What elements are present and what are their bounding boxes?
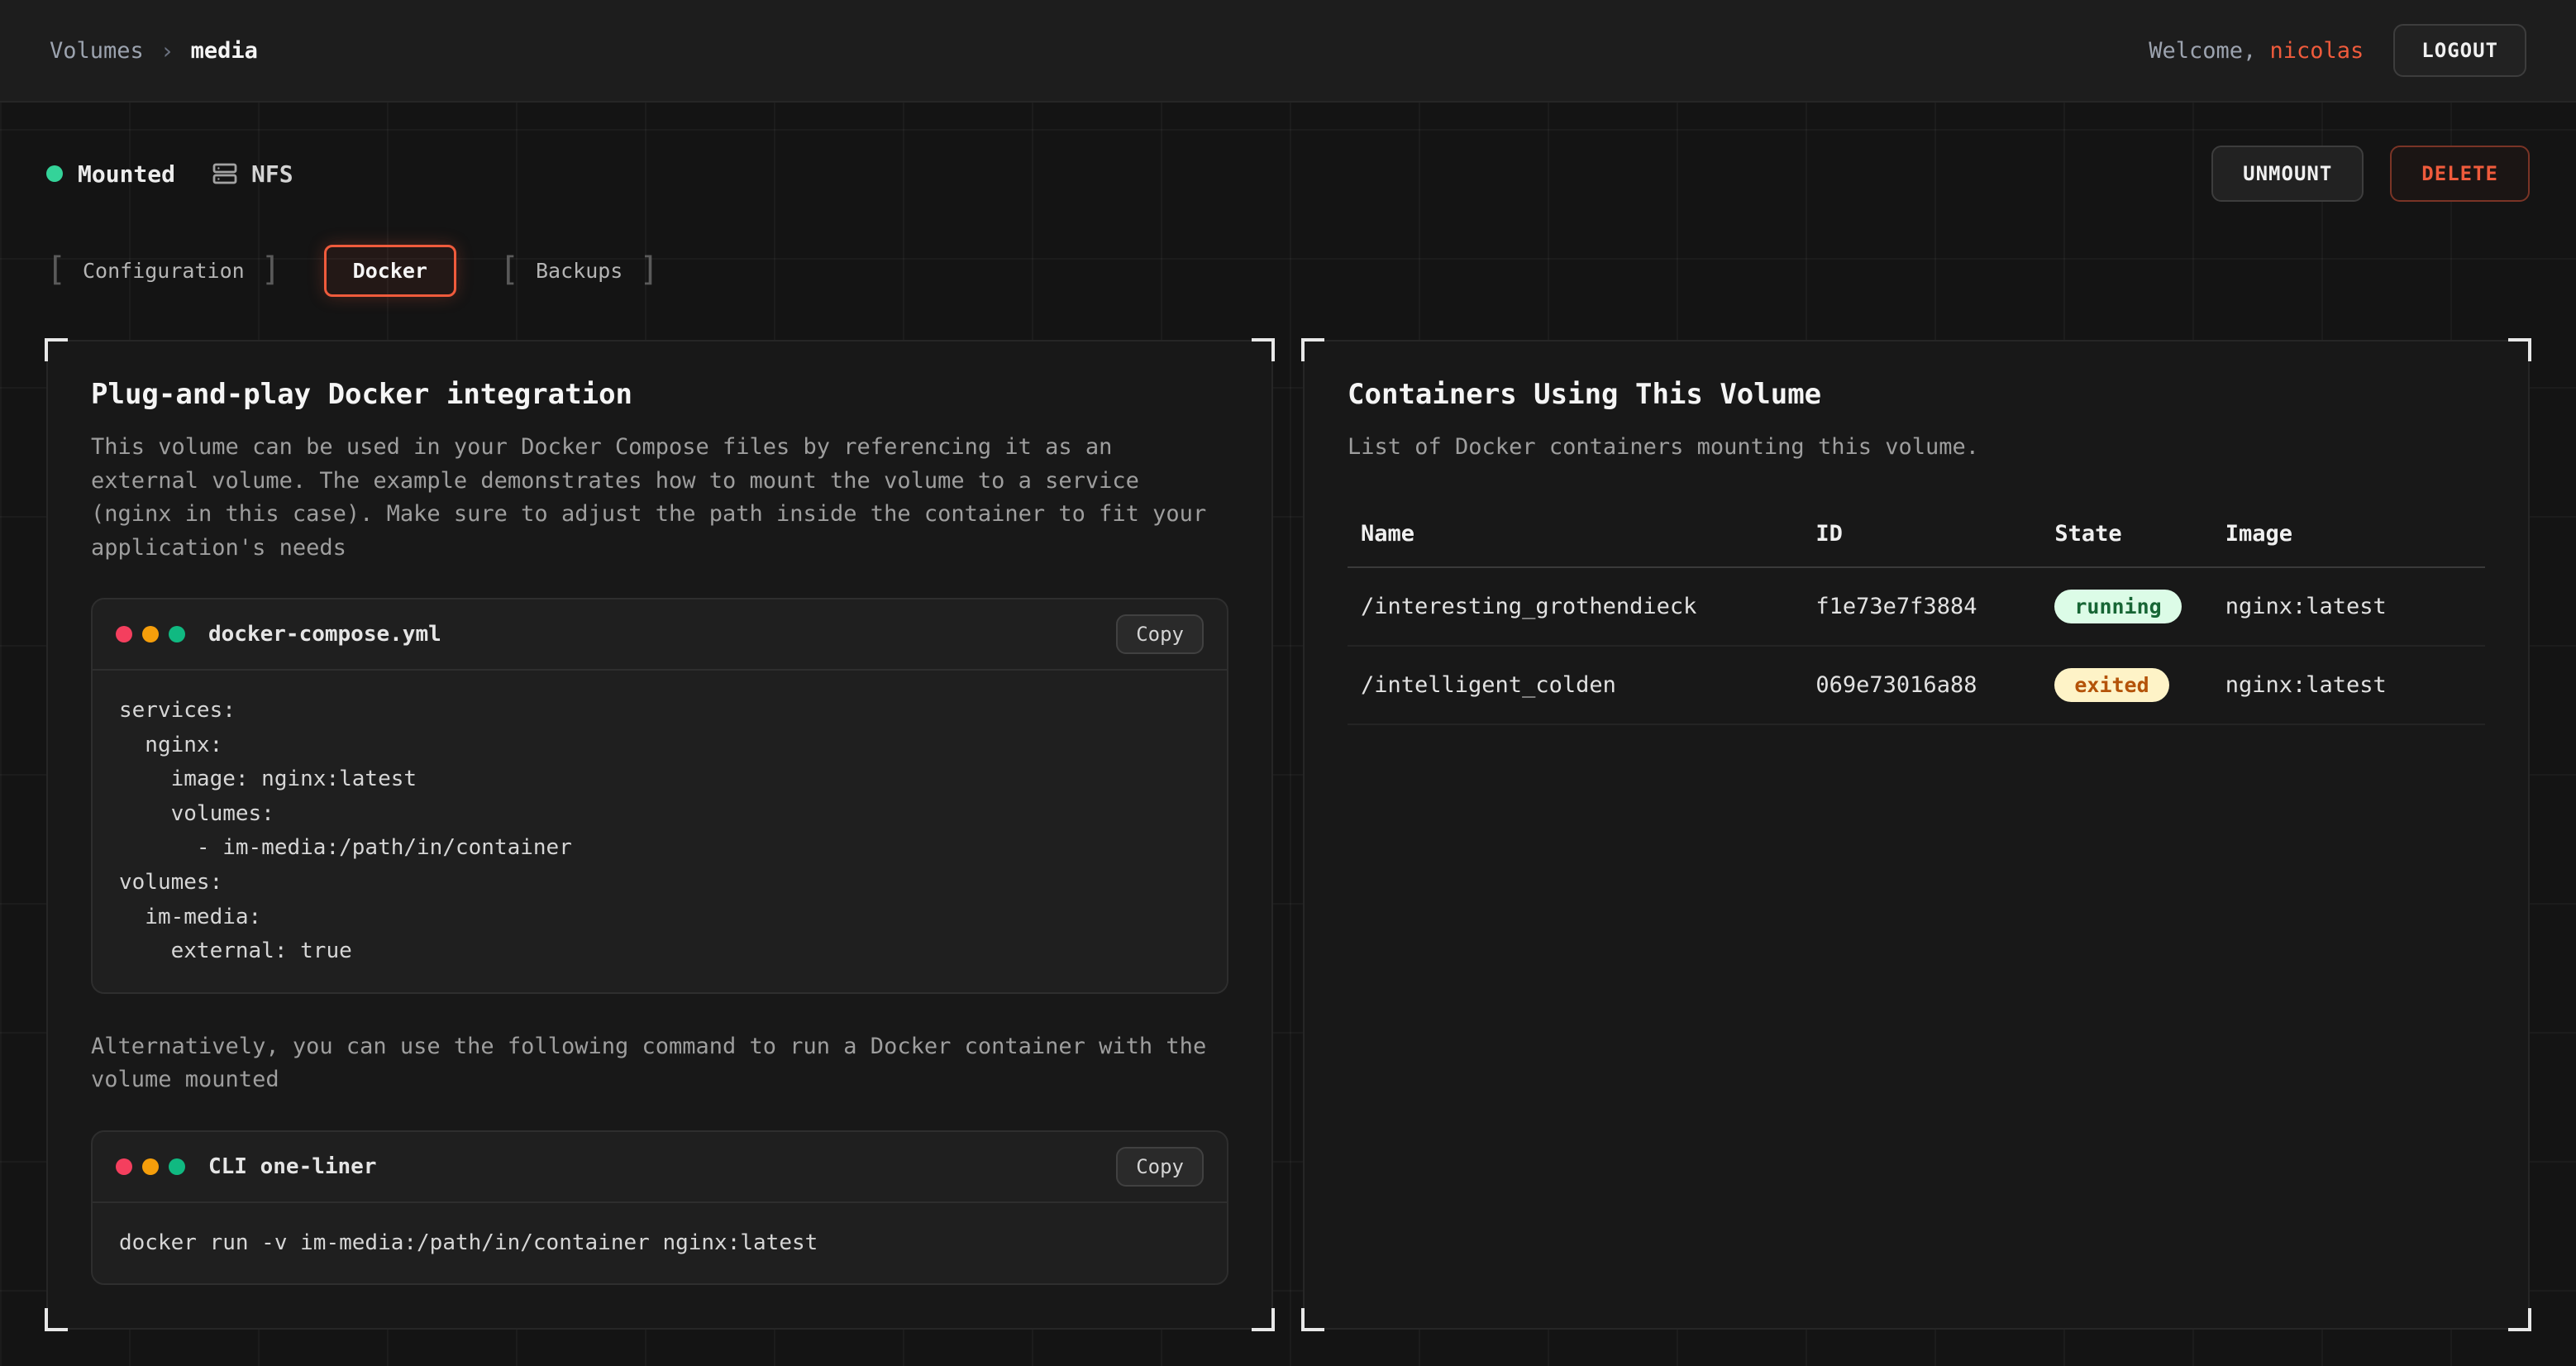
compose-code-header: docker-compose.yml Copy [93,599,1227,671]
logout-button[interactable]: LOGOUT [2393,24,2526,77]
window-dot-amber-icon [142,1158,159,1175]
corner-bracket [1301,338,1324,361]
status-row: Mounted NFS UNMOUNT DELETE [46,146,2530,202]
container-id: 069e73016a88 [1802,646,2041,724]
copy-compose-button[interactable]: Copy [1116,614,1204,654]
docker-panel-description: This volume can be used in your Docker C… [91,431,1228,565]
cli-code-body: docker run -v im-media:/path/in/containe… [93,1203,1227,1284]
mounted-status-dot [46,165,63,182]
status-badge-running: running [2054,590,2181,623]
tab-backups[interactable]: Backups [499,246,659,296]
corner-bracket [2508,338,2531,361]
container-image: nginx:latest [2212,567,2485,646]
mount-status: Mounted [46,160,175,188]
containers-table: Name ID State Image /interesting_grothen… [1348,504,2485,725]
table-header-row: Name ID State Image [1348,504,2485,567]
window-dot-green-icon [169,1158,185,1175]
welcome-text: Welcome, nicolas [2149,38,2364,64]
delete-button[interactable]: DELETE [2390,146,2530,202]
corner-bracket [45,338,68,361]
volume-detail-page: Volumes › media Welcome, nicolas LOGOUT … [0,0,2576,1366]
corner-bracket [2508,1308,2531,1331]
breadcrumb-current-volume: media [191,38,258,64]
filesystem-type: NFS [212,160,293,188]
containers-panel-title: Containers Using This Volume [1348,378,2485,411]
status-left: Mounted NFS [46,160,293,188]
compose-code: services: nginx: image: nginx:latest vol… [119,694,1200,969]
top-bar: Volumes › media Welcome, nicolas LOGOUT [0,0,2576,103]
window-dots [116,626,185,642]
welcome-prefix: Welcome, [2149,38,2256,64]
cli-code: docker run -v im-media:/path/in/containe… [119,1226,1200,1261]
column-header-state: State [2041,504,2211,567]
window-dot-green-icon [169,626,185,642]
cli-title: CLI one-liner [208,1154,377,1179]
container-state-cell: running [2041,567,2211,646]
mount-status-label: Mounted [78,160,175,188]
compose-code-body: services: nginx: image: nginx:latest vol… [93,671,1227,992]
chevron-right-icon: › [160,37,174,64]
breadcrumb: Volumes › media [50,37,258,64]
container-name: /intelligent_colden [1348,646,1802,724]
containers-panel-subtitle: List of Docker containers mounting this … [1348,431,2485,465]
column-header-image: Image [2212,504,2485,567]
corner-bracket [1252,338,1275,361]
corner-bracket [1301,1308,1324,1331]
status-badge-exited: exited [2054,668,2168,702]
top-bar-right: Welcome, nicolas LOGOUT [2149,24,2526,77]
window-dot-red-icon [116,1158,132,1175]
tab-configuration[interactable]: Configuration [46,246,281,296]
tab-docker[interactable]: Docker [324,245,456,297]
column-header-id: ID [1802,504,2041,567]
corner-bracket [45,1308,68,1331]
container-name: /interesting_grothendieck [1348,567,1802,646]
content-panels: Plug-and-play Docker integration This vo… [46,340,2530,1330]
corner-bracket [1252,1308,1275,1331]
volume-actions: UNMOUNT DELETE [2211,146,2530,202]
breadcrumb-volumes-link[interactable]: Volumes [50,38,144,64]
unmount-button[interactable]: UNMOUNT [2211,146,2364,202]
container-id: f1e73e7f3884 [1802,567,2041,646]
container-state-cell: exited [2041,646,2211,724]
cli-code-card: CLI one-liner Copy docker run -v im-medi… [91,1130,1228,1286]
window-dot-amber-icon [142,626,159,642]
compose-code-card: docker-compose.yml Copy services: nginx:… [91,598,1228,994]
containers-panel: Containers Using This Volume List of Doc… [1303,340,2530,1330]
tab-bar: Configuration Docker Backups [46,245,2530,297]
container-image: nginx:latest [2212,646,2485,724]
window-dots [116,1158,185,1175]
copy-cli-button[interactable]: Copy [1116,1147,1204,1187]
table-row: /interesting_grothendieck f1e73e7f3884 r… [1348,567,2485,646]
table-row: /intelligent_colden 069e73016a88 exited … [1348,646,2485,724]
column-header-name: Name [1348,504,1802,567]
username: nicolas [2270,38,2364,64]
docker-panel-title: Plug-and-play Docker integration [91,378,1228,411]
cli-intro-text: Alternatively, you can use the following… [91,1030,1228,1097]
docker-integration-panel: Plug-and-play Docker integration This vo… [46,340,1273,1330]
compose-filename: docker-compose.yml [208,622,441,647]
cli-code-header: CLI one-liner Copy [93,1132,1227,1203]
window-dot-red-icon [116,626,132,642]
fs-type-label: NFS [251,160,293,188]
nfs-server-icon [212,160,238,187]
